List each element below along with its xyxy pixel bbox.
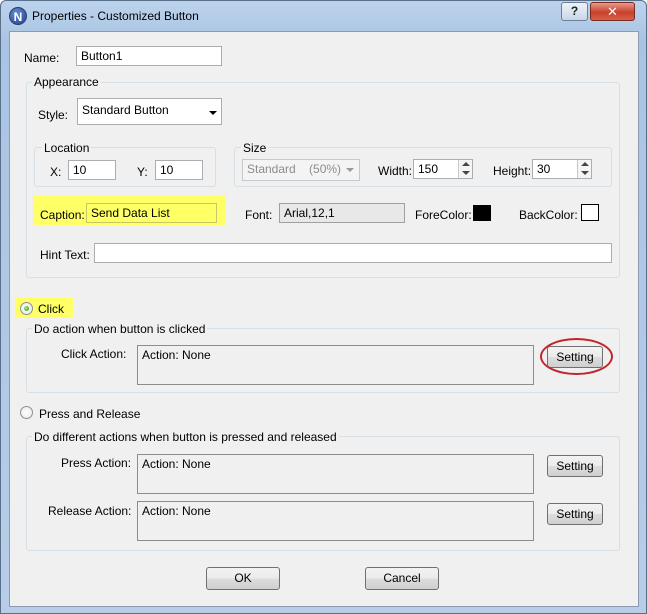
- forecolor-label: ForeColor:: [415, 208, 472, 222]
- cancel-button[interactable]: Cancel: [365, 567, 439, 590]
- help-button[interactable]: ?: [561, 2, 588, 21]
- press-release-group-title: Do different actions when button is pres…: [32, 430, 339, 444]
- size-preset-value: Standard (50%): [247, 162, 342, 176]
- appearance-group-title: Appearance: [32, 75, 101, 89]
- backcolor-label: BackColor:: [519, 208, 578, 222]
- width-spin-buttons[interactable]: [458, 160, 472, 178]
- press-release-radio-label[interactable]: Press and Release: [39, 407, 140, 421]
- click-radio[interactable]: [20, 302, 33, 315]
- style-select-value: Standard Button: [82, 103, 169, 117]
- backcolor-swatch[interactable]: [581, 204, 599, 221]
- window-title: Properties - Customized Button: [32, 9, 199, 23]
- height-stepper[interactable]: 30: [532, 159, 592, 179]
- release-setting-button[interactable]: Setting: [547, 503, 603, 525]
- close-button[interactable]: ✕: [590, 2, 635, 21]
- height-label: Height:: [493, 164, 532, 178]
- properties-window: N Properties - Customized Button ? ✕ Nam…: [0, 0, 647, 614]
- title-bar[interactable]: N Properties - Customized Button ? ✕: [1, 1, 646, 31]
- arrow-down-icon: [581, 171, 589, 175]
- font-label: Font:: [245, 208, 273, 222]
- click-radio-label[interactable]: Click: [38, 302, 64, 316]
- width-label: Width:: [378, 164, 413, 178]
- size-group-title: Size: [241, 141, 269, 155]
- chevron-down-icon: [209, 111, 217, 115]
- location-x-input[interactable]: 10: [68, 160, 116, 180]
- arrow-down-icon: [462, 171, 470, 175]
- hint-text-label: Hint Text:: [40, 248, 90, 262]
- close-icon: ✕: [607, 4, 618, 19]
- height-spin-buttons[interactable]: [577, 160, 591, 178]
- caption-input[interactable]: Send Data List: [86, 203, 217, 223]
- hint-text-input[interactable]: [94, 243, 612, 263]
- arrow-up-icon: [581, 162, 589, 166]
- annotation-ring: [540, 338, 613, 375]
- font-field[interactable]: Arial,12,1: [279, 203, 405, 223]
- press-setting-button[interactable]: Setting: [547, 455, 603, 477]
- release-action-field[interactable]: Action: None: [137, 501, 534, 541]
- style-select[interactable]: Standard Button: [77, 98, 222, 125]
- press-release-radio[interactable]: [20, 406, 33, 419]
- name-label: Name:: [24, 51, 60, 65]
- click-action-group-title: Do action when button is clicked: [32, 322, 208, 336]
- size-preset-select[interactable]: Standard (50%): [242, 159, 360, 181]
- width-stepper[interactable]: 150: [413, 159, 473, 179]
- location-y-label: Y:: [137, 165, 148, 179]
- name-input[interactable]: Button1: [76, 46, 222, 66]
- click-action-field[interactable]: Action: None: [137, 345, 534, 385]
- dialog-body: Name: Button1 Appearance Style: Standard…: [9, 31, 639, 607]
- location-y-input[interactable]: 10: [155, 160, 203, 180]
- width-value: 150: [418, 162, 439, 176]
- press-action-label: Press Action:: [61, 456, 132, 470]
- chevron-down-icon: [346, 168, 354, 172]
- caption-label: Caption:: [40, 208, 85, 222]
- height-value: 30: [537, 162, 551, 176]
- press-action-field[interactable]: Action: None: [137, 454, 534, 494]
- location-group-title: Location: [42, 141, 92, 155]
- help-icon: ?: [570, 4, 579, 18]
- forecolor-swatch[interactable]: [473, 205, 491, 221]
- style-label: Style:: [38, 108, 69, 122]
- location-x-label: X:: [50, 165, 62, 179]
- app-logo-icon: N: [9, 7, 27, 25]
- arrow-up-icon: [462, 162, 470, 166]
- release-action-label: Release Action:: [48, 504, 132, 518]
- click-action-label: Click Action:: [61, 347, 127, 361]
- ok-button[interactable]: OK: [206, 567, 280, 590]
- radio-selected-dot: [24, 306, 29, 311]
